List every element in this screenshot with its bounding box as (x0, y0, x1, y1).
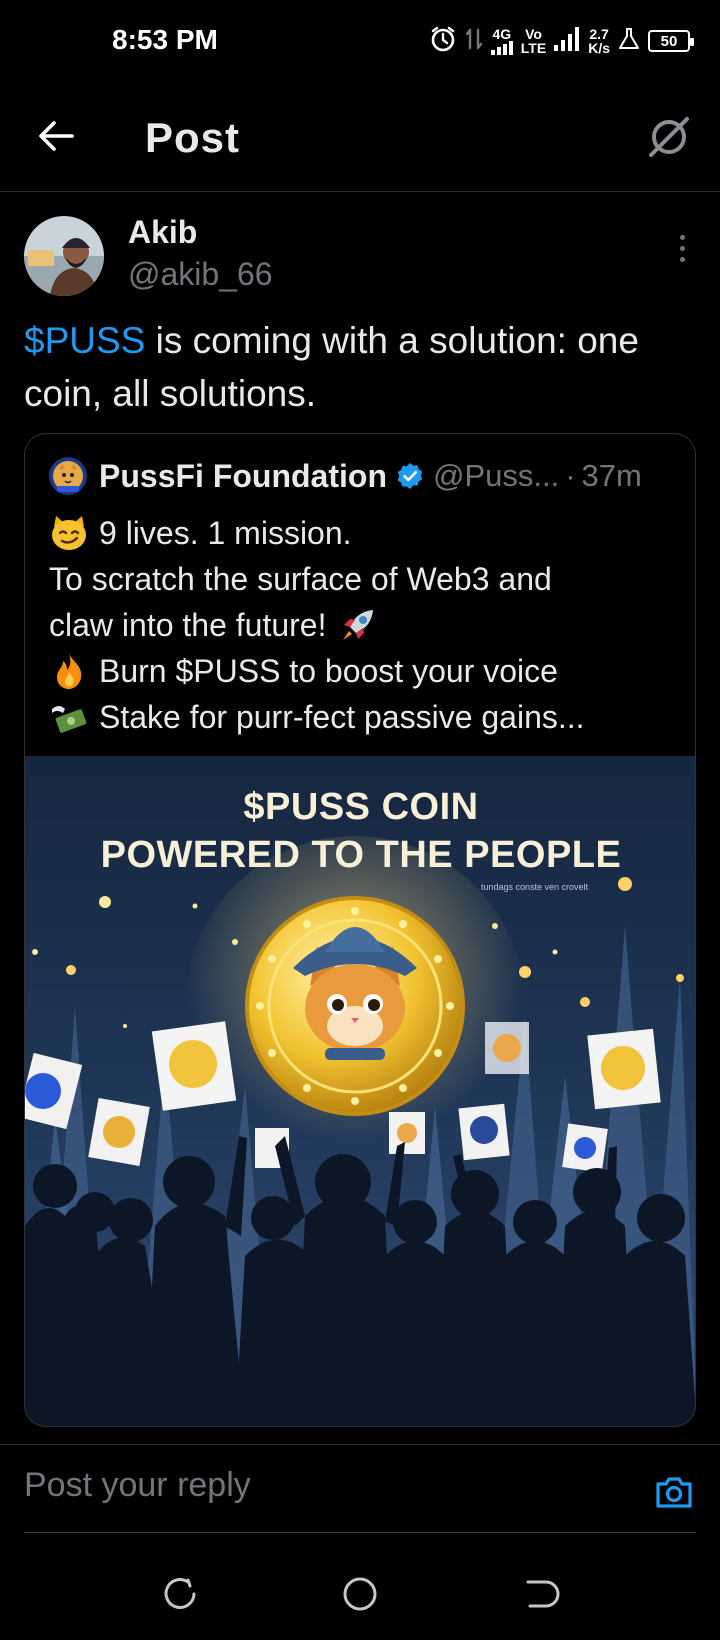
reply-input[interactable]: Post your reply (24, 1466, 251, 1505)
data-transfer-icon (465, 26, 483, 57)
recent-apps-icon (164, 1578, 196, 1609)
rocket-emoji-icon (338, 605, 378, 645)
quoted-post-header: PussFi Foundation @Puss... · 37m (49, 456, 642, 496)
quote-line-5-text: Stake for purr-fect passive gains... (99, 699, 585, 735)
quote-line-3: claw into the future! (49, 602, 689, 648)
status-time: 8:53 PM (112, 24, 218, 55)
volte-indicator: Vo LTE (521, 27, 546, 55)
quoted-author-handle: @Puss... (432, 458, 560, 493)
quote-line-4-text: Burn $PUSS to boost your voice (99, 653, 558, 689)
page-title: Post (145, 114, 241, 161)
reply-divider (24, 1532, 696, 1533)
verified-badge-icon (395, 461, 425, 491)
separator-dot: · (565, 458, 576, 493)
more-dot (679, 256, 685, 262)
cashtag-link[interactable]: $PUSS (24, 320, 145, 361)
author-avatar-photo (24, 216, 104, 296)
quote-line-5: Stake for purr-fect passive gains... (49, 694, 689, 740)
recent-apps-button[interactable] (160, 1574, 200, 1614)
signal-bars-icon (554, 26, 580, 56)
quoted-post-image[interactable]: $PUSS COIN POWERED TO THE PEOPLE tundags… (25, 756, 695, 1426)
more-options-button[interactable] (670, 228, 694, 268)
quote-line-1: 9 lives. 1 mission. (49, 510, 689, 556)
image-title-line-1: $PUSS COIN (243, 786, 479, 828)
network-speed: 2.7 K/s (588, 27, 610, 55)
quote-line-3-text: claw into the future! (49, 607, 327, 643)
more-dot (679, 234, 685, 240)
home-circle-icon (343, 1577, 377, 1611)
cat-smirk-emoji-icon (49, 513, 89, 553)
quoted-post-card[interactable]: PussFi Foundation @Puss... · 37m 9 lives… (24, 433, 696, 1427)
quote-line-2: To scratch the surface of Web3 and (49, 556, 689, 602)
quoted-post-text: 9 lives. 1 mission. To scratch the surfa… (49, 510, 689, 740)
quote-line-2-text: To scratch the surface of Web3 and (49, 561, 552, 597)
network-4g-label: 4G (492, 26, 512, 42)
battery-level: 50 (660, 32, 678, 50)
camera-icon (656, 1477, 692, 1508)
back-button[interactable] (32, 112, 80, 160)
post-header: Post (0, 90, 720, 192)
quoted-author-avatar (49, 457, 87, 495)
speed-value: 2.7 (589, 26, 609, 42)
home-button[interactable] (340, 1574, 380, 1614)
quoted-post-time: 37m (581, 458, 642, 493)
more-dot (679, 245, 685, 251)
flask-icon (618, 27, 640, 56)
system-back-button[interactable] (520, 1574, 560, 1614)
grok-button[interactable] (644, 112, 694, 162)
alarm-icon (429, 25, 457, 58)
fire-emoji-icon (49, 651, 89, 691)
pussfi-logo-icon (49, 457, 87, 495)
author-handle[interactable]: @akib_66 (128, 256, 273, 293)
status-bar: 8:53 PM 4G Vo LTE 2.7 K/s 50 (0, 0, 720, 84)
quote-line-4: Burn $PUSS to boost your voice (49, 648, 689, 694)
post-text: $PUSS is coming with a solution: one coi… (24, 314, 694, 420)
system-back-icon (526, 1580, 560, 1608)
volte-top-label: Vo (525, 26, 542, 42)
status-icons: 4G Vo LTE 2.7 K/s 50 (429, 24, 694, 58)
speed-unit: K/s (588, 40, 610, 56)
image-small-text: tundags conste ven crovelt (481, 882, 589, 892)
battery-icon: 50 (648, 30, 694, 52)
arrow-left-icon (39, 121, 74, 151)
author-name[interactable]: Akib (128, 214, 197, 251)
quoted-author-name: PussFi Foundation (99, 457, 387, 494)
network-4g-indicator: 4G (490, 26, 513, 55)
author-avatar[interactable] (24, 216, 104, 296)
quote-line-1-text: 9 lives. 1 mission. (99, 515, 352, 551)
signal-bars-icon (490, 41, 513, 55)
grok-icon (649, 117, 689, 157)
money-wings-emoji-icon (49, 697, 89, 737)
volte-bottom-label: LTE (520, 40, 547, 56)
camera-button[interactable] (652, 1470, 696, 1514)
image-title-line-2: POWERED TO THE PEOPLE (100, 834, 622, 876)
